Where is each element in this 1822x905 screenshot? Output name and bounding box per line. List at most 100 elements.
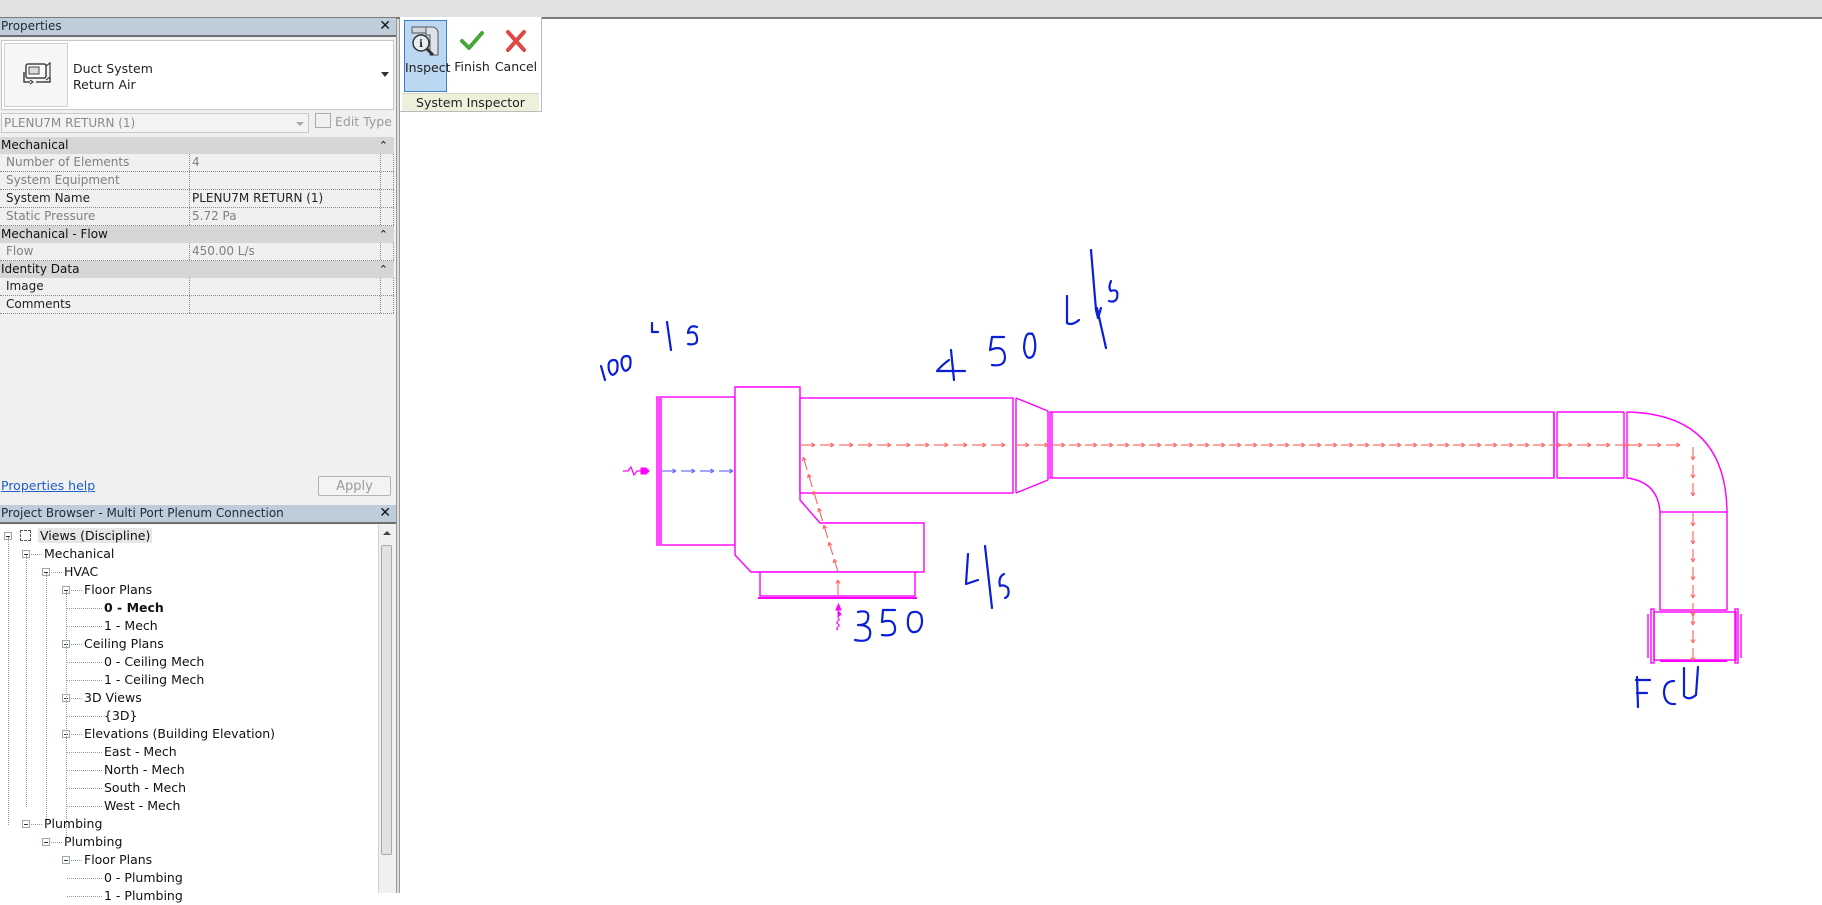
property-row[interactable]: Number of Elements 4	[0, 154, 394, 172]
tree-connector	[31, 824, 42, 825]
tree-item[interactable]: 1 - Ceiling Mech	[104, 671, 204, 689]
tree-item[interactable]: North - Mech	[104, 761, 185, 779]
row-edit-cell	[380, 190, 394, 207]
property-row[interactable]: Static Pressure 5.72 Pa	[0, 208, 394, 226]
tree-item-label: Floor Plans	[84, 852, 153, 867]
property-value	[189, 172, 382, 189]
tree-connector	[71, 590, 82, 591]
close-icon[interactable]: ✕	[379, 18, 391, 34]
tree-guide	[66, 591, 67, 843]
tree-connector	[67, 896, 102, 897]
group-identity-data[interactable]: Identity Data ⌃	[0, 261, 394, 278]
markup-100-ls	[599, 320, 699, 382]
svg-text:i: i	[419, 39, 423, 50]
property-row[interactable]: Image	[0, 278, 394, 296]
tree-item[interactable]: East - Mech	[104, 743, 177, 761]
tree-connector	[31, 554, 42, 555]
duct-elbow[interactable]	[1626, 411, 1728, 513]
collapse-icon[interactable]: ⌃	[379, 261, 388, 278]
tree-item-label: 0 - Plumbing	[104, 870, 183, 885]
properties-help-link[interactable]: Properties help	[1, 478, 95, 493]
edit-type-button[interactable]: Edit Type	[315, 113, 392, 133]
system-name-field[interactable]: PLENU7M RETURN (1)	[189, 190, 382, 207]
annotation-main: 450 L/s	[950, 339, 954, 341]
tree-connector	[67, 680, 102, 681]
edit-type-label: Edit Type	[335, 114, 392, 129]
cancel-x-icon	[506, 30, 526, 52]
property-row[interactable]: System Name PLENU7M RETURN (1)	[0, 190, 394, 208]
type-selector-preview[interactable]: Duct System Return Air	[1, 40, 394, 110]
inspect-button[interactable]: i Inspect	[404, 20, 451, 92]
tree-guide	[26, 555, 27, 807]
tree-item[interactable]: 0 - Mech	[104, 599, 164, 617]
chevron-down-icon[interactable]	[381, 72, 389, 77]
tree-item[interactable]: 0 - Plumbing	[104, 869, 183, 887]
finish-label: Finish	[454, 59, 490, 74]
tree-item-label: 1 - Mech	[104, 618, 158, 633]
drawing-canvas[interactable]: 100 L/s 450 L/s 350 L/s FCU	[400, 111, 1822, 893]
scroll-up-icon[interactable]	[383, 531, 391, 535]
tree-item[interactable]: 1 - Mech	[104, 617, 158, 635]
tree-item-label: West - Mech	[104, 798, 181, 813]
fcu-equipment[interactable]	[1647, 608, 1742, 664]
tree-item[interactable]: HVAC	[64, 563, 98, 581]
image-field[interactable]	[189, 278, 382, 295]
tree-connector	[51, 572, 62, 573]
group-mechanical[interactable]: Mechanical ⌃	[0, 137, 394, 154]
close-icon[interactable]: ✕	[379, 505, 391, 521]
tree-item[interactable]: 1 - Plumbing	[104, 887, 183, 905]
collapse-toggle[interactable]	[42, 838, 50, 846]
type-family: Duct System	[73, 61, 153, 76]
property-key: Image	[6, 279, 44, 293]
cancel-button[interactable]: Cancel	[494, 20, 538, 92]
scrollbar[interactable]	[378, 525, 394, 893]
tree-item[interactable]: Floor Plans	[84, 851, 152, 869]
tree-item[interactable]: 3D Views	[84, 689, 142, 707]
tree-item-label: Plumbing	[64, 834, 123, 849]
instance-type-value: PLENU7M RETURN (1)	[4, 116, 136, 130]
apply-button[interactable]: Apply	[318, 476, 391, 496]
row-edit-cell	[380, 243, 394, 260]
scroll-thumb[interactable]	[381, 545, 392, 855]
property-row[interactable]: System Equipment	[0, 172, 394, 190]
tree-item-label: Mechanical	[44, 546, 115, 561]
collapse-icon[interactable]: ⌃	[379, 137, 388, 154]
tree-item[interactable]: {3D}	[104, 707, 137, 725]
group-mechanical-flow[interactable]: Mechanical - Flow ⌃	[0, 226, 394, 243]
duct-system-icon	[4, 43, 68, 107]
annotation-inlet-left: 100 L/s	[600, 329, 604, 331]
chevron-down-icon	[296, 122, 304, 126]
comments-field[interactable]	[189, 296, 382, 313]
collapse-toggle[interactable]	[62, 856, 70, 864]
property-row[interactable]: Flow 450.00 L/s	[0, 243, 394, 261]
tree-item[interactable]: Elevations (Building Elevation)	[84, 725, 275, 743]
property-row[interactable]: Comments	[0, 296, 394, 314]
tree-item[interactable]: Plumbing	[64, 833, 122, 851]
tree-connector	[67, 752, 102, 753]
cancel-label: Cancel	[494, 59, 538, 74]
tree-item-label: North - Mech	[104, 762, 185, 777]
tree-item[interactable]: 0 - Ceiling Mech	[104, 653, 204, 671]
property-value: 5.72 Pa	[189, 208, 382, 225]
tree-connector	[67, 878, 102, 879]
tree-connector	[71, 698, 82, 699]
tree-connector	[71, 644, 82, 645]
tree-item[interactable]: Floor Plans	[84, 581, 152, 599]
tree-item[interactable]: Views (Discipline)	[38, 527, 153, 545]
tree-item[interactable]: Ceiling Plans	[84, 635, 164, 653]
collapse-toggle[interactable]	[22, 820, 30, 828]
tree-item[interactable]: Plumbing	[44, 815, 102, 833]
tree-item[interactable]: West - Mech	[104, 797, 180, 815]
property-key: Comments	[6, 297, 72, 311]
tree-item-label: East - Mech	[104, 744, 177, 759]
tree-connector	[67, 770, 102, 771]
finish-button[interactable]: Finish	[452, 20, 492, 92]
properties-header: Properties ✕	[0, 18, 396, 37]
inspect-label: Inspect	[405, 60, 451, 75]
tree-item[interactable]: South - Mech	[104, 779, 186, 797]
project-browser-tree: Views (Discipline) Mechanical HVAC Floor Pl…	[0, 525, 378, 903]
tree-item[interactable]: Mechanical	[44, 545, 114, 563]
collapse-icon[interactable]: ⌃	[379, 226, 388, 243]
tree-connector	[71, 860, 82, 861]
instance-type-dropdown[interactable]: PLENU7M RETURN (1)	[1, 113, 309, 133]
